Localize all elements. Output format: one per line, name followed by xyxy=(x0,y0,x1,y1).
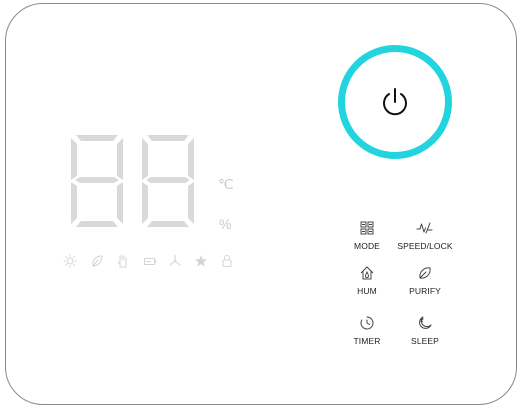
hand-icon xyxy=(117,254,127,268)
mode-icon xyxy=(360,221,374,235)
wind-speed-icon xyxy=(416,222,433,234)
sun-icon xyxy=(63,254,77,268)
timer-icon xyxy=(360,316,374,330)
humidifier-icon xyxy=(360,266,374,280)
sleep-label: SLEEP xyxy=(411,336,439,346)
sleep-button[interactable]: SLEEP xyxy=(380,315,470,346)
leaf-icon xyxy=(92,255,103,267)
power-icon xyxy=(383,88,407,116)
lock-icon xyxy=(222,255,232,267)
humidity-unit: % xyxy=(219,216,232,232)
speed-lock-label: SPEED/LOCK xyxy=(397,241,453,251)
segment-display xyxy=(71,135,194,227)
speed-lock-button[interactable]: SPEED/LOCK xyxy=(380,220,470,251)
purify-button[interactable]: PURIFY xyxy=(380,265,470,296)
leaf-purify-icon xyxy=(419,267,431,279)
power-button[interactable] xyxy=(338,45,452,159)
purify-label: PURIFY xyxy=(409,286,441,296)
fan-icon xyxy=(169,254,181,266)
battery-icon xyxy=(144,258,156,265)
temperature-unit: ℃ xyxy=(218,176,234,192)
moon-icon xyxy=(419,316,432,329)
star-icon xyxy=(195,255,207,267)
